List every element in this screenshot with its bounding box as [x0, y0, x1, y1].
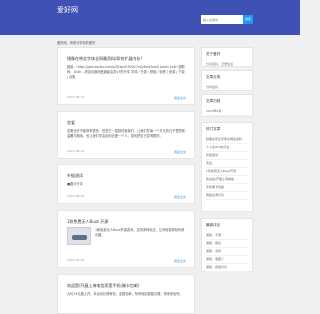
sidebar-title: 热门文章 [206, 127, 221, 131]
post-card: 1款免费无人Buzz 开源 1款免费无人Buzz开源游戏，支持多种玩法，让你轻松… [57, 210, 195, 268]
post-date: 2023-06-17 [67, 95, 85, 99]
sidebar-item[interactable]: 恋爱 [206, 160, 249, 168]
post-title[interactable]: 外链测试 [67, 173, 83, 179]
sidebar-title: 文章分类 [206, 75, 221, 79]
sidebar-comments: 最新评论 游客：不错 游客：很好 游客：支持 游客：收藏了 游客：感谢分享 [201, 218, 253, 272]
sidebar-item[interactable]: 2023年6月 [206, 108, 249, 116]
post-excerpt: 链接：https://pan.baidu.com/s/1Ekjx0r309C7v… [67, 65, 185, 79]
sidebar-title: 文章归档 [206, 99, 221, 103]
read-more-link[interactable]: 阅读全文 [174, 259, 186, 263]
post-title[interactable]: 恋爱 [67, 120, 75, 126]
sidebar-item[interactable]: 外链测试 [206, 152, 249, 160]
site-header: 爱好网 搜索 [0, 0, 300, 35]
post-thumbnail[interactable] [67, 227, 91, 245]
post-title[interactable]: 欢迎是/开展上海电信家宽手机(端卡包邮) [67, 283, 139, 289]
post-excerpt: 恋爱也许不能带来很多，但是它一直陪伴着我们，让我们在每一个平凡的日子里感受温暖与… [67, 129, 185, 138]
search-button[interactable]: 搜索 [243, 15, 253, 24]
sidebar-popular: 热门文章 镜像在带全字体全网最资料 个人在Win的平台 外链测试 恋爱 1款免费… [201, 122, 253, 212]
search-input[interactable] [201, 15, 243, 24]
sidebar-categories: 文章分类 分享爱好 [201, 70, 253, 92]
sidebar-item[interactable]: 1款免费无人Buzz开源 [206, 168, 249, 176]
sidebar-item[interactable]: 分享爱好 [206, 84, 249, 92]
post-title[interactable]: 镜像在带全字体全网最资料/如何扩展内存？ [67, 56, 144, 62]
sidebar-item[interactable]: 游客：不错 [206, 232, 249, 240]
post-card: 恋爱 恋爱也许不能带来很多，但是它一直陪伴着我们，让我们在每一个平凡的日子里感受… [57, 111, 195, 159]
sidebar-item[interactable]: 游客：感谢分享 [206, 264, 249, 272]
read-more-link[interactable]: 阅读全文 [174, 195, 186, 199]
sidebar-item[interactable]: 游客：很好 [206, 240, 249, 248]
post-card: 镜像在带全字体全网最资料/如何扩展内存？ 链接：https://pan.baid… [57, 47, 195, 105]
site-description: 爱好网，简单分享你的爱好 [57, 41, 96, 45]
post-excerpt: 1款免费无人Buzz开源游戏，支持多种玩法，让你轻松体验驾驶乐趣。 [95, 228, 185, 237]
sidebar-item[interactable]: 手机端卡包邮 [206, 184, 249, 192]
sidebar-item[interactable]: 欢迎是/开展上海电信 [206, 176, 249, 184]
post-excerpt: 大约19元路上开，本活动长期有效，全国包邮，所有地区都能办理，快来参加吧。 [67, 292, 183, 296]
post-excerpt: ■图片分享 [67, 182, 83, 186]
sidebar-item[interactable]: 个人在Win的平台 [206, 144, 249, 152]
post-card: 欢迎是/开展上海电信家宽手机(端卡包邮) 大约19元路上开，本活动长期有效，全国… [57, 274, 195, 314]
sidebar-item[interactable]: 镜像在带全字体全网最资料 [206, 136, 249, 144]
sidebar-item: 分享爱好，记录生活 [206, 61, 249, 69]
post-title[interactable]: 1款免费无人Buzz 开源 [67, 219, 108, 225]
read-more-link[interactable]: 阅读全文 [174, 96, 186, 100]
post-card: 外链测试 ■图片分享 2023-06-05 阅读全文 [57, 164, 195, 204]
sidebar-item[interactable]: 游客：支持 [206, 248, 249, 256]
post-date: 2023-06-10 [67, 149, 85, 153]
sidebar-item[interactable]: 网盘资源分享 [206, 192, 249, 200]
car-image [72, 235, 87, 240]
sidebar-item[interactable]: 游客：收藏了 [206, 256, 249, 264]
sidebar-title: 关于爱好 [206, 52, 221, 56]
sidebar-archive: 文章归档 2023年6月 [201, 94, 253, 117]
sidebar-title: 最新评论 [206, 223, 221, 227]
post-date: 2023-06-05 [67, 194, 85, 198]
sidebar-about: 关于爱好 分享爱好，记录生活 [201, 47, 253, 69]
read-more-link[interactable]: 阅读全文 [174, 150, 186, 154]
post-date: 2023-05-28 [67, 258, 85, 262]
site-brand[interactable]: 爱好网 [57, 5, 78, 15]
